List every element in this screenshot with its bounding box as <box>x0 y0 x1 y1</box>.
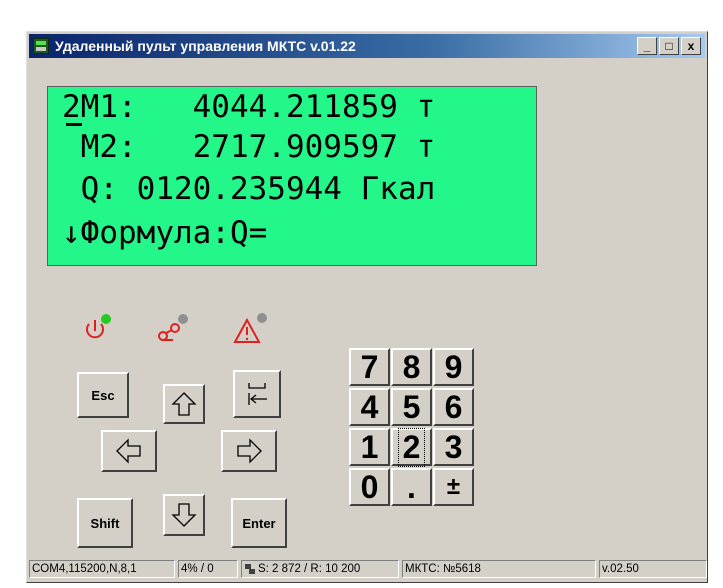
key-7[interactable]: 7 <box>349 348 390 386</box>
lcd-display: 2M1: 4044.211859 т M2: 2717.909597 т Q: … <box>47 86 537 266</box>
key-6[interactable]: 6 <box>433 388 474 426</box>
shift-button[interactable]: Shift <box>77 498 133 548</box>
title-bar[interactable]: Удаленный пульт управления МКТС v.01.22 … <box>29 34 705 58</box>
tab-back-icon <box>248 383 267 405</box>
status-traffic-text: S: 2 872 / R: 10 200 <box>258 563 361 575</box>
lcd-line-4: ↓Формула:Q= <box>62 215 268 251</box>
down-arrow-button[interactable] <box>163 494 205 536</box>
window-title: Удаленный пульт управления МКТС v.01.22 <box>55 38 356 54</box>
key-5[interactable]: 5 <box>391 388 432 426</box>
up-arrow-button[interactable] <box>163 384 205 424</box>
connection-led <box>178 314 188 324</box>
key-9[interactable]: 9 <box>433 348 474 386</box>
left-arrow-button[interactable] <box>101 430 157 472</box>
maximize-button[interactable]: □ <box>659 37 679 55</box>
tab-button[interactable] <box>233 370 281 418</box>
left-arrow-icon <box>116 438 141 464</box>
key-3[interactable]: 3 <box>433 428 474 466</box>
enter-button[interactable]: Enter <box>231 498 287 548</box>
status-device: МКТС: №5618 <box>402 560 596 578</box>
warning-icon <box>233 313 267 343</box>
key-2[interactable]: 2 <box>391 427 432 467</box>
lcd-line-3: Q: 0120.235944 Гкал <box>62 171 436 207</box>
key-8[interactable]: 8 <box>391 348 432 386</box>
app-window: Удаленный пульт управления МКТС v.01.22 … <box>26 31 708 583</box>
lcd-line-2: M2: 2717.909597 т <box>62 129 436 165</box>
status-traffic: S: 2 872 / R: 10 200 <box>241 560 399 578</box>
power-led <box>101 314 111 324</box>
up-arrow-icon <box>171 392 197 416</box>
app-icon[interactable] <box>33 38 49 54</box>
key-1[interactable]: 1 <box>349 428 390 466</box>
key-0[interactable]: 0 <box>349 468 390 506</box>
right-arrow-icon <box>237 438 262 464</box>
right-arrow-button[interactable] <box>221 430 277 472</box>
status-load: 4% / 0 <box>178 560 238 578</box>
status-bar: COM4,115200,N,8,1 4% / 0 S: 2 872 / R: 1… <box>29 558 707 580</box>
status-port: COM4,115200,N,8,1 <box>29 560 175 578</box>
key-4[interactable]: 4 <box>349 388 390 426</box>
connection-icon <box>158 314 188 341</box>
down-arrow-icon <box>171 503 197 527</box>
network-icon <box>245 564 255 574</box>
minimize-button[interactable]: _ <box>637 37 657 55</box>
key-decimal[interactable]: . <box>391 468 432 506</box>
key-plus-minus[interactable]: ± <box>433 468 474 506</box>
status-version: v.02.50 <box>599 560 707 578</box>
warning-led <box>257 313 267 323</box>
close-button[interactable]: x <box>681 37 701 55</box>
lcd-cursor <box>66 123 82 126</box>
power-icon <box>86 314 111 339</box>
lcd-line-1: 2M1: 4044.211859 т <box>62 89 436 125</box>
key-2-label: 2 <box>397 427 426 467</box>
esc-button[interactable]: Esc <box>77 372 129 418</box>
